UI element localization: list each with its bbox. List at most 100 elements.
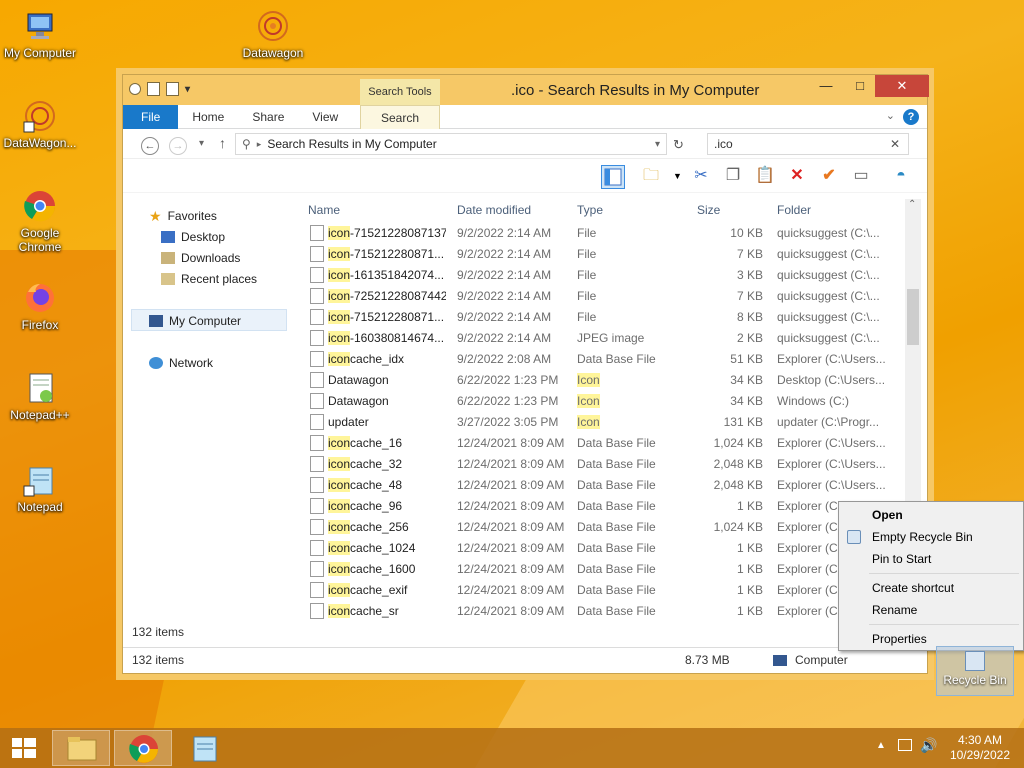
maximize-button[interactable]: □ — [845, 75, 875, 97]
forward-button[interactable]: → — [169, 137, 187, 155]
clear-search-icon[interactable]: ✕ — [890, 134, 900, 154]
expand-ribbon-icon[interactable]: ⌄ — [886, 109, 895, 122]
checkmark-icon[interactable]: ✔ — [817, 165, 841, 189]
delete-icon[interactable]: ✕ — [785, 165, 809, 189]
cell-date: 12/24/2021 8:09 AM — [457, 562, 565, 576]
table-row[interactable]: icon-160380814674... 9/2/2022 2:14 AM JPEG… — [301, 328, 901, 349]
taskbar-file-explorer[interactable] — [52, 730, 110, 766]
chevron-down-icon[interactable]: ▾ — [655, 139, 660, 150]
tab-search[interactable]: Search — [360, 104, 440, 129]
up-arrow-icon[interactable]: ↑ — [219, 135, 226, 151]
recent-locations-icon[interactable]: ▾ — [199, 138, 204, 149]
tab-file[interactable]: File — [123, 104, 179, 129]
nav-item-desktop[interactable]: Desktop — [161, 230, 225, 244]
table-row[interactable]: icon-71521228087137 9/2/2022 2:14 AM File 1… — [301, 223, 901, 244]
paste-icon[interactable]: 📋 — [753, 165, 777, 189]
copy-icon[interactable]: ❐ — [721, 165, 745, 189]
column-header-date[interactable]: Date modified — [457, 203, 531, 217]
start-button[interactable] — [0, 730, 48, 766]
search-icon[interactable] — [129, 83, 141, 95]
nav-item-recent[interactable]: Recent places — [161, 272, 257, 286]
folder-options-icon[interactable]: 🗀 — [639, 165, 663, 189]
desktop-icon-recycle-bin[interactable]: Recycle Bin — [936, 646, 1014, 696]
desktop-icon-notepadpp[interactable]: Notepad++ — [0, 370, 80, 422]
properties-icon[interactable] — [147, 82, 160, 96]
db-icon — [310, 603, 324, 619]
desktop-icon-label: Notepad — [17, 500, 63, 514]
desktop-icon-notepad[interactable]: Notepad — [0, 462, 80, 514]
cell-folder: quicksuggest (C:\... — [777, 247, 880, 261]
clock[interactable]: 4:30 AM 10/29/2022 — [950, 733, 1010, 763]
menu-item-open[interactable]: Open — [872, 508, 903, 522]
desktop-icon-my-computer[interactable]: My Computer — [0, 8, 80, 60]
table-row[interactable]: icon-72521228087442 9/2/2022 2:14 AM File 7… — [301, 286, 901, 307]
desktop-icon-firefox[interactable]: Firefox — [0, 280, 80, 332]
cut-icon[interactable]: ✂ — [689, 165, 713, 189]
column-header-size[interactable]: Size — [697, 203, 720, 217]
network-icon[interactable] — [898, 739, 912, 751]
tab-home[interactable]: Home — [178, 105, 238, 129]
menu-item-properties[interactable]: Properties — [872, 632, 927, 646]
table-row[interactable]: icon-715212280871... 9/2/2022 2:14 AM File… — [301, 244, 901, 265]
table-row[interactable]: iconcache_idx 9/2/2022 2:08 AM Data Base F… — [301, 349, 901, 370]
table-row[interactable]: iconcache_32 12/24/2021 8:09 AM Data Base … — [301, 454, 901, 475]
cell-size: 1 KB — [736, 604, 763, 618]
table-row[interactable]: iconcache_256 12/24/2021 8:09 AM Data Base… — [301, 517, 901, 538]
nav-item-network[interactable]: Network — [149, 356, 213, 370]
help-icon[interactable]: ? — [903, 109, 919, 125]
scrollbar-thumb[interactable] — [907, 289, 919, 345]
back-button[interactable]: ← — [141, 137, 159, 155]
new-folder-icon[interactable] — [166, 82, 179, 96]
table-row[interactable]: iconcache_96 12/24/2021 8:09 AM Data Base … — [301, 496, 901, 517]
taskbar-notepad[interactable] — [176, 730, 234, 766]
table-row[interactable]: Datawagon 6/22/2022 1:23 PM Icon 34 KB Deskt… — [301, 370, 901, 391]
show-hidden-icons[interactable]: ▲ — [876, 740, 886, 751]
table-row[interactable]: iconcache_16 12/24/2021 8:09 AM Data Base … — [301, 433, 901, 454]
table-row[interactable]: iconcache_1600 12/24/2021 8:09 AM Data Bas… — [301, 559, 901, 580]
address-field[interactable]: ⚲ ▸ Search Results in My Computer ▾ — [235, 133, 667, 155]
menu-item-pin-to-start[interactable]: Pin to Start — [872, 552, 931, 566]
table-row[interactable]: icon-161351842074... 9/2/2022 2:14 AM File… — [301, 265, 901, 286]
desktop-icon-chrome[interactable]: Google Chrome — [0, 188, 80, 254]
column-header-name[interactable]: Name — [308, 203, 340, 217]
column-header-folder[interactable]: Folder — [777, 203, 811, 217]
tab-share[interactable]: Share — [238, 105, 298, 129]
menu-item-empty-recycle-bin[interactable]: Empty Recycle Bin — [872, 530, 973, 544]
explorer-window[interactable]: ▾ Search Tools .ico - Search Results in … — [122, 74, 929, 674]
title-bar[interactable]: ▾ Search Tools .ico - Search Results in … — [123, 75, 929, 105]
volume-icon[interactable]: 🔊 — [920, 737, 937, 754]
column-header-type[interactable]: Type — [577, 203, 603, 217]
menu-item-rename[interactable]: Rename — [872, 603, 917, 617]
db-icon — [310, 351, 324, 367]
table-row[interactable]: icon-715212280871... 9/2/2022 2:14 AM File… — [301, 307, 901, 328]
tab-view[interactable]: View — [298, 105, 352, 129]
search-input[interactable]: .ico ✕ — [707, 133, 909, 155]
menu-item-create-shortcut[interactable]: Create shortcut — [872, 581, 954, 595]
shell-icon[interactable]: ◓ — [889, 165, 913, 189]
breadcrumb[interactable]: Search Results in My Computer — [267, 137, 436, 151]
desktop-icon-datawagon[interactable]: Datawagon — [233, 8, 313, 60]
taskbar-chrome[interactable] — [114, 730, 172, 766]
nav-item-my-computer[interactable]: My Computer — [149, 314, 241, 328]
nav-label: Downloads — [181, 251, 241, 265]
file-list[interactable]: Name Date modified Type Size Folder icon… — [301, 199, 907, 625]
chevron-down-icon[interactable]: ▾ — [185, 84, 190, 95]
table-row[interactable]: iconcache_1024 12/24/2021 8:09 AM Data Bas… — [301, 538, 901, 559]
table-row[interactable]: iconcache_sr 12/24/2021 8:09 AM Data Base … — [301, 601, 901, 622]
nav-item-favorites[interactable]: ★ Favorites — [149, 209, 217, 223]
table-row[interactable]: iconcache_48 12/24/2021 8:09 AM Data Base … — [301, 475, 901, 496]
rename-icon[interactable]: ▭ — [849, 165, 873, 189]
table-row[interactable]: Datawagon 6/22/2022 1:23 PM Icon 34 KB Windo… — [301, 391, 901, 412]
minimize-button[interactable]: — — [811, 75, 841, 97]
table-row[interactable]: iconcache_exif 12/24/2021 8:09 AM Data Bas… — [301, 580, 901, 601]
scroll-up-icon[interactable]: ⌃ — [908, 199, 916, 210]
nav-item-downloads[interactable]: Downloads — [161, 251, 240, 265]
preview-pane-icon[interactable] — [601, 165, 625, 189]
breadcrumb-chevron-icon[interactable]: ▸ — [257, 139, 262, 150]
close-button[interactable]: ✕ — [875, 75, 929, 97]
refresh-icon[interactable]: ↻ — [673, 137, 684, 153]
table-row[interactable]: updater 3/27/2022 3:05 PM Icon 131 KB update… — [301, 412, 901, 433]
desktop-icon-datawagon-shortcut[interactable]: DataWagon... — [0, 98, 80, 150]
chevron-down-icon[interactable]: ▼ — [673, 171, 682, 181]
cell-size: 2,048 KB — [713, 457, 763, 471]
